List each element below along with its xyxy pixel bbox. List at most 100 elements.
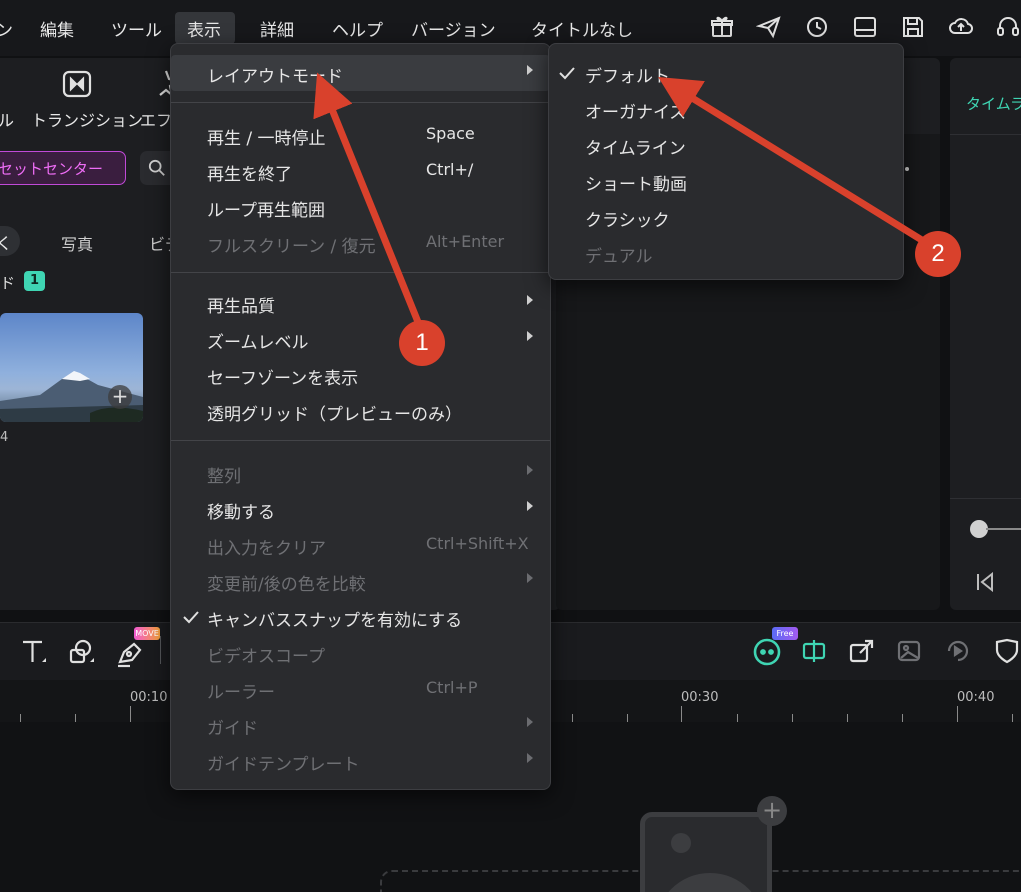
save-icon[interactable]	[900, 14, 926, 40]
layout-mode-submenu: デフォルト オーガナイズ タイムライン ショート動画 クラシック デュアル	[548, 43, 904, 280]
menu-item-safe-zone[interactable]: セーフゾーンを表示	[171, 357, 550, 393]
submenu-arrow-icon	[527, 331, 533, 341]
media-tab-active-label: く	[0, 234, 12, 253]
export-clip-icon[interactable]	[848, 637, 876, 665]
free-badge: Free	[772, 627, 798, 640]
more-dot-icon[interactable]	[905, 167, 909, 171]
previous-frame-icon[interactable]	[974, 571, 996, 593]
slider-track[interactable]	[986, 528, 1021, 530]
menu-item-shortcut: Ctrl+P	[426, 678, 478, 697]
menu-item-guide-template: ガイドテンプレート	[171, 743, 550, 779]
menu-item-shortcut: Ctrl+/	[426, 160, 474, 179]
headset-icon[interactable]	[995, 14, 1021, 40]
ruler-tick	[847, 714, 848, 722]
submenu-item-organize[interactable]: オーガナイズ	[549, 91, 903, 127]
add-media-button[interactable]: +	[108, 385, 132, 409]
submenu-item-default[interactable]: デフォルト	[549, 55, 903, 91]
menu-item-playback-quality[interactable]: 再生品質	[171, 285, 550, 321]
menu-separator	[171, 272, 550, 273]
submenu-item-short-video[interactable]: ショート動画	[549, 163, 903, 199]
folder-label: ド	[0, 274, 16, 292]
menu-item-label: 変更前/後の色を比較	[207, 575, 366, 595]
callout-badge-2: 2	[915, 231, 961, 277]
pen-tool-icon[interactable]	[116, 640, 144, 668]
panel-divider	[950, 134, 1021, 135]
menu-item-label: ループ再生範囲	[207, 201, 325, 221]
menu-item-label: 整列	[207, 467, 241, 487]
ruler-time-40: 00:40	[957, 690, 995, 705]
scene-split-icon[interactable]	[800, 637, 828, 665]
ruler-tick	[130, 706, 131, 722]
menu-item-label: キャンバススナップを有効にする	[207, 611, 463, 631]
menu-item-fullscreen: フルスクリーン / 復元 Alt+Enter	[171, 225, 550, 261]
submenu-arrow-icon	[527, 501, 533, 511]
media-placeholder-icon	[640, 812, 772, 892]
menu-item-play-pause[interactable]: 再生 / 一時停止 Space	[171, 117, 550, 153]
ruler-tick	[572, 714, 573, 722]
ruler-time-30: 00:30	[681, 690, 719, 705]
menu-item-transparent-grid[interactable]: 透明グリッド（プレビューのみ）	[171, 393, 550, 429]
history-icon[interactable]	[804, 14, 830, 40]
submenu-arrow-icon	[527, 717, 533, 727]
submenu-item-label: デフォルト	[585, 67, 670, 87]
menu-help[interactable]: ヘルプ	[332, 16, 383, 41]
checkmark-icon	[183, 611, 199, 624]
shape-tool-icon[interactable]	[68, 638, 96, 666]
menu-item-shortcut: Alt+Enter	[426, 232, 505, 251]
ruler-tick	[627, 714, 628, 722]
checkmark-icon	[559, 67, 575, 80]
transition-icon[interactable]	[62, 70, 92, 98]
menu-separator	[171, 440, 550, 441]
menu-edit[interactable]: 編集	[40, 16, 74, 41]
layout-icon[interactable]	[852, 14, 878, 40]
menu-details[interactable]: 詳細	[260, 16, 294, 41]
rotate-icon[interactable]	[944, 637, 972, 665]
gift-icon[interactable]	[709, 14, 735, 40]
menu-item-move[interactable]: 移動する	[171, 491, 550, 527]
image-edit-icon[interactable]	[896, 637, 924, 665]
menu-item-label: 再生 / 一時停止	[207, 129, 326, 149]
menu-item-video-scope: ビデオスコープ	[171, 635, 550, 671]
ruler-tick	[792, 714, 793, 722]
menu-item-label: 透明グリッド（プレビューのみ）	[207, 405, 462, 425]
media-tab-photo[interactable]: 写真	[61, 231, 93, 255]
asset-center-button[interactable]: アセットセンター	[0, 151, 126, 185]
menu-item-canvas-snap[interactable]: キャンバススナップを有効にする	[171, 599, 550, 635]
menu-item-shortcut: Space	[426, 124, 475, 143]
send-icon[interactable]	[755, 14, 782, 40]
submenu-item-classic[interactable]: クラシック	[549, 199, 903, 235]
text-tool-icon[interactable]	[20, 638, 48, 666]
menu-item-guide: ガイド	[171, 707, 550, 743]
menu-item-label: セーフゾーンを表示	[207, 369, 359, 389]
ruler-tick	[681, 706, 682, 722]
menu-item-stop[interactable]: 再生を終了 Ctrl+/	[171, 153, 550, 189]
menu-item-label: 再生を終了	[207, 165, 292, 185]
ruler-tick	[902, 714, 903, 722]
submenu-arrow-icon	[527, 295, 533, 305]
submenu-arrow-icon	[527, 753, 533, 763]
cloud-upload-icon[interactable]	[948, 14, 974, 40]
submenu-arrow-icon	[527, 65, 533, 75]
submenu-item-timeline[interactable]: タイムライン	[549, 127, 903, 163]
toolbar-tab-transition[interactable]: トランジション	[31, 107, 143, 131]
menu-partial[interactable]: ン	[0, 16, 13, 41]
menu-item-loop[interactable]: ループ再生範囲	[171, 189, 550, 225]
submenu-item-label: クラシック	[585, 211, 670, 231]
ruler-time-10: 00:10	[130, 690, 168, 705]
menu-item-ruler: ルーラー Ctrl+P	[171, 671, 550, 707]
folder-count-badge: 1	[24, 271, 45, 291]
submenu-arrow-icon	[527, 573, 533, 583]
callout-badge-1: 1	[399, 320, 445, 366]
submenu-arrow-icon	[527, 465, 533, 475]
menu-item-layout-mode[interactable]: レイアウトモード	[171, 55, 550, 91]
menu-version[interactable]: バージョン	[411, 16, 496, 41]
menu-tools[interactable]: ツール	[111, 16, 162, 41]
toolbar-tab-partial[interactable]: ル	[0, 107, 14, 131]
add-to-timeline-button[interactable]: +	[757, 796, 787, 826]
ai-robot-icon[interactable]	[752, 637, 782, 667]
menu-item-zoom-level[interactable]: ズームレベル	[171, 321, 550, 357]
tab-timeline-partial[interactable]: タイムラ	[966, 93, 1021, 114]
shield-icon[interactable]	[993, 637, 1021, 665]
menu-view[interactable]: 表示	[175, 12, 235, 44]
menu-view-label: 表示	[187, 21, 221, 41]
